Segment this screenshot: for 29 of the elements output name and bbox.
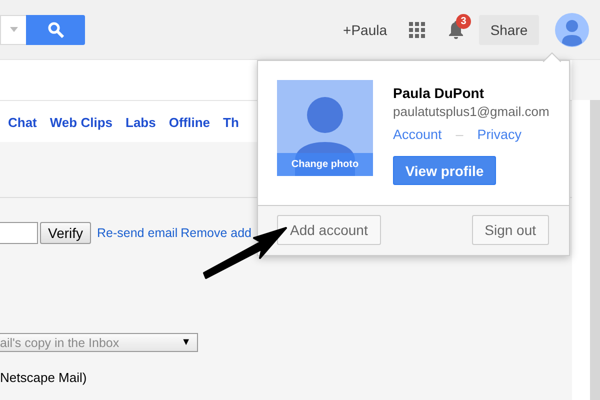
settings-tab[interactable]: Th — [223, 115, 239, 142]
verify-button[interactable]: Verify — [40, 222, 92, 244]
change-photo-button[interactable]: Change photo — [277, 153, 373, 176]
settings-tab[interactable]: Labs — [126, 115, 156, 142]
profile-link[interactable]: +Paula — [343, 22, 387, 38]
privacy-link[interactable]: Privacy — [477, 127, 522, 142]
account-name: Paula DuPont — [393, 85, 486, 101]
search-icon — [48, 22, 64, 38]
separator: – — [456, 127, 464, 142]
apps-grid-icon[interactable] — [409, 22, 425, 38]
view-profile-button[interactable]: View profile — [393, 156, 496, 185]
notification-badge: 3 — [456, 14, 471, 28]
text-link[interactable]: Re-send email — [97, 226, 178, 240]
settings-tab[interactable]: Web Clips — [50, 115, 112, 142]
settings-tab[interactable]: Chat — [8, 115, 37, 142]
scrollbar[interactable] — [572, 100, 600, 400]
search-button[interactable] — [26, 14, 85, 44]
settings-tab[interactable]: Offline — [168, 115, 210, 142]
forwarding-select[interactable]: ail's copy in the Inbox ▼ — [0, 333, 198, 352]
option-label: Netscape Mail) — [0, 370, 88, 385]
email-input-field[interactable] — [0, 222, 38, 244]
avatar-icon[interactable] — [555, 12, 589, 46]
account-link[interactable]: Account — [393, 127, 442, 142]
text-link[interactable]: Remove add — [180, 226, 252, 240]
share-button[interactable]: Share — [479, 14, 539, 44]
add-account-button[interactable]: Add account — [277, 215, 381, 245]
account-email: paulatutsplus1@gmail.com — [393, 104, 550, 119]
dropdown-caret-icon[interactable] — [10, 27, 18, 32]
sign-out-button[interactable]: Sign out — [472, 215, 549, 245]
